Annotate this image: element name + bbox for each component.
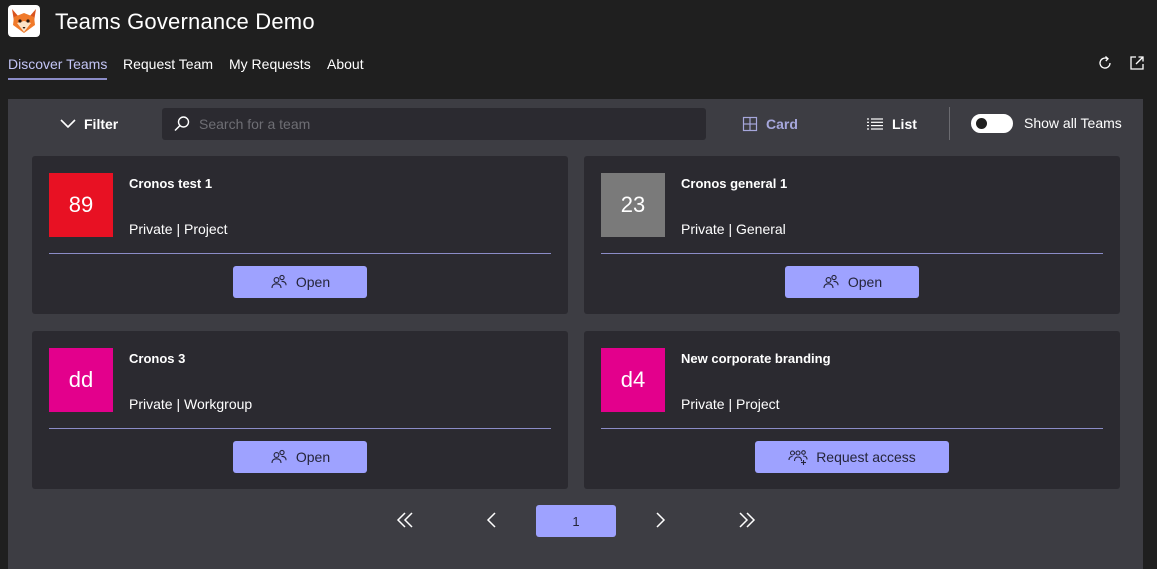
app-header: Teams Governance Demo [0,0,1157,44]
first-page-button[interactable] [390,504,420,536]
card-divider [49,428,551,429]
view-list-button[interactable]: List [866,114,917,134]
team-card: 23 Cronos general 1 Private | General Op… [584,156,1120,314]
discover-panel: Filter Card List Show all Team [8,99,1143,569]
team-avatar: dd [49,348,113,412]
nav-tabs: Discover Teams Request Team My Requests … [0,50,1157,80]
tab-request-team[interactable]: Request Team [123,56,213,78]
tab-discover-teams[interactable]: Discover Teams [8,56,108,80]
previous-page-button[interactable] [480,504,504,536]
search-box[interactable] [162,108,706,140]
double-chevron-right-icon [739,512,756,528]
tab-about[interactable]: About [327,56,364,78]
card-divider [49,253,551,254]
open-team-button[interactable]: Open [233,266,367,298]
team-meta: Private | Project [129,221,228,237]
people-add-icon [788,450,808,465]
card-divider [601,428,1103,429]
team-meta: Private | Project [681,396,780,412]
team-meta: Private | Workgroup [129,396,253,412]
team-meta: Private | General [681,221,786,237]
people-icon [271,274,287,289]
request-access-button[interactable]: Request access [755,441,949,473]
chevron-down-icon [60,119,76,129]
people-icon [271,449,287,464]
refresh-icon[interactable] [1096,54,1114,72]
grid-icon [742,116,758,132]
card-divider [601,253,1103,254]
view-card-label: Card [766,116,798,132]
open-label: Open [295,274,331,290]
current-page-button[interactable]: 1 [536,505,616,537]
filter-label: Filter [84,116,119,132]
team-card: dd Cronos 3 Private | Workgroup Open [32,331,568,489]
double-chevron-left-icon [396,512,413,528]
open-label: Open [295,449,331,465]
view-list-label: List [892,116,917,132]
show-all-toggle[interactable] [971,114,1013,133]
chevron-left-icon [486,512,496,528]
request-access-label: Request access [816,449,916,465]
filter-button[interactable]: Filter [60,114,118,134]
tab-my-requests[interactable]: My Requests [229,56,311,78]
team-avatar: 23 [601,173,665,237]
team-name: Cronos general 1 [681,176,788,191]
next-page-button[interactable] [648,504,672,536]
chevron-right-icon [656,512,666,528]
team-name: Cronos test 1 [129,176,213,191]
open-external-icon[interactable] [1128,54,1146,72]
people-icon [823,274,839,289]
last-page-button[interactable] [732,504,762,536]
toolbar-divider [949,107,950,140]
search-input[interactable] [199,116,699,132]
team-avatar: 89 [49,173,113,237]
view-card-button[interactable]: Card [742,114,798,134]
app-title: Teams Governance Demo [55,9,315,34]
search-icon [174,116,190,132]
list-icon [867,118,883,130]
team-avatar: d4 [601,348,665,412]
open-team-button[interactable]: Open [785,266,919,298]
toggle-knob [976,118,987,129]
fox-logo-icon [8,5,40,37]
show-all-label: Show all Teams [1024,115,1122,131]
team-name: Cronos 3 [129,351,186,366]
open-label: Open [847,274,883,290]
open-team-button[interactable]: Open [233,441,367,473]
team-card: d4 New corporate branding Private | Proj… [584,331,1120,489]
team-name: New corporate branding [681,351,831,366]
team-card: 89 Cronos test 1 Private | Project Open [32,156,568,314]
